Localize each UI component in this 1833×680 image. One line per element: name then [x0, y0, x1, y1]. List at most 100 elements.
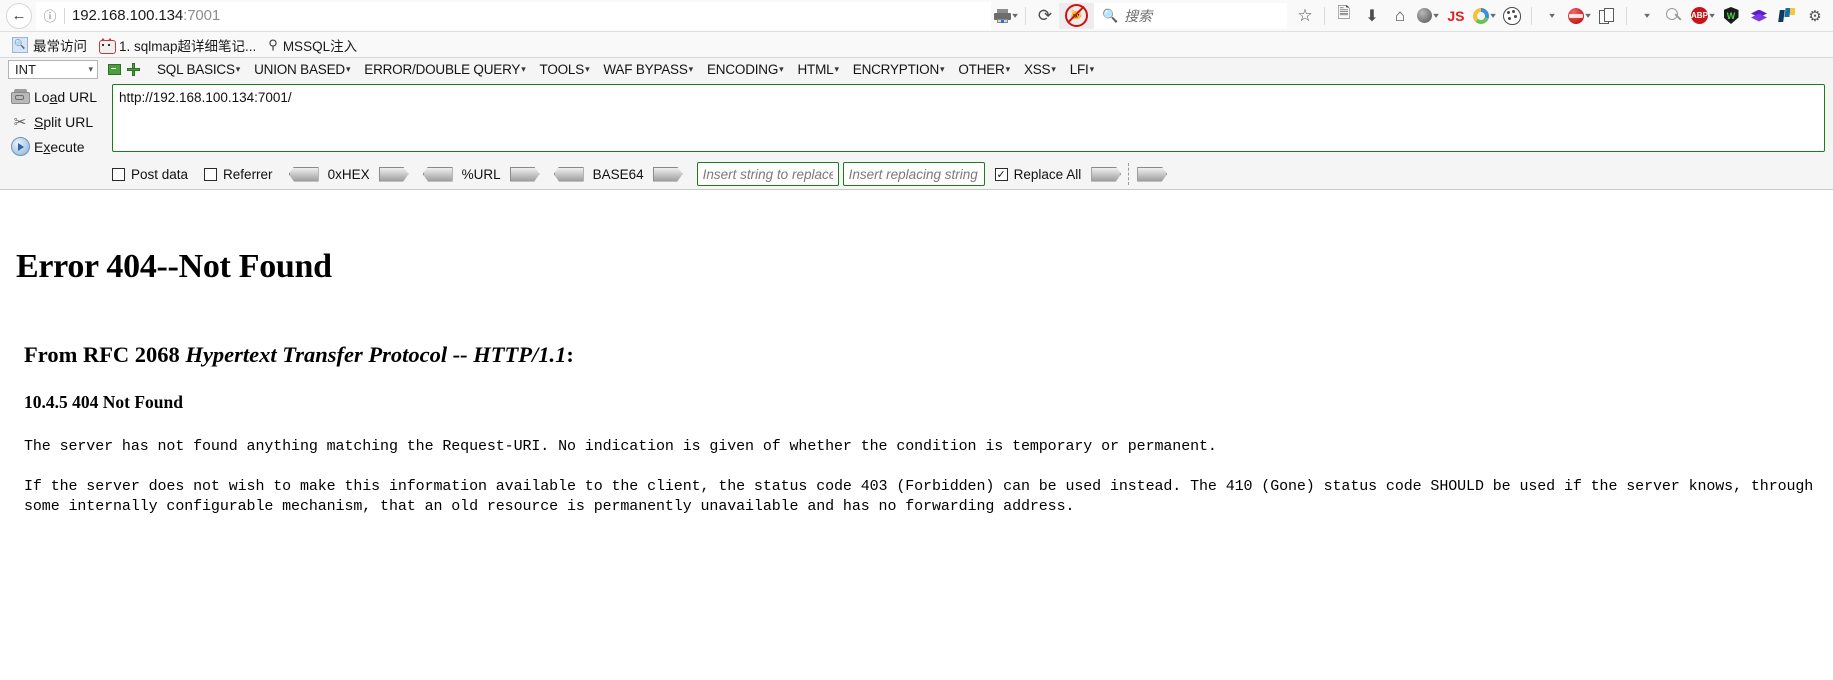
hex-encode-group: 0xHEX	[288, 166, 409, 182]
rfc-title: Hypertext Transfer Protocol -- HTTP/1.1	[185, 342, 567, 367]
chevron-down-icon: ▾	[521, 64, 526, 74]
address-bar-url: 192.168.100.134:7001	[72, 7, 220, 24]
bookmark-label: 1. sqlmap超详细笔记...	[119, 38, 257, 54]
hackbar-options-row: Post data Referrer 0xHEX %URL BASE64 ✓ R…	[0, 159, 1833, 189]
gear-icon[interactable]: ⚙	[1801, 3, 1829, 29]
chevron-down-icon-5[interactable]: ▾	[1585, 11, 1591, 20]
replace-apply-button[interactable]	[1091, 166, 1122, 182]
address-bar[interactable]: ⓘ 192.168.100.134:7001	[36, 1, 991, 30]
n-check-icon[interactable]	[1773, 3, 1801, 29]
menu-other[interactable]: OTHER▾	[951, 62, 1017, 77]
post-data-checkbox[interactable]	[112, 167, 125, 181]
menu-error-double-query[interactable]: ERROR/DOUBLE QUERY▾	[357, 62, 532, 77]
post-data-option[interactable]: Post data	[112, 167, 188, 182]
bookmark-mssql-injection[interactable]: ⚲ MSSQL注入	[262, 34, 363, 55]
collapse-icon[interactable]	[108, 64, 121, 75]
magnifier-m-icon[interactable]	[1660, 3, 1688, 29]
back-button[interactable]: ←	[4, 2, 34, 29]
toolbar-divider	[1024, 6, 1026, 25]
printer-icon[interactable]: ▾	[991, 3, 1020, 29]
globe-account-icon[interactable]: ▾	[1414, 3, 1442, 29]
referrer-label: Referrer	[223, 166, 273, 182]
section-heading: 10.4.5 404 Not Found	[24, 392, 183, 412]
base64-encode-button[interactable]	[652, 166, 683, 182]
menu-union-based[interactable]: UNION BASED▾	[247, 62, 357, 77]
load-url-button[interactable]: Load URL	[6, 84, 112, 109]
replace-all-checkbox[interactable]: ✓	[994, 167, 1008, 181]
execute-button[interactable]: Execute	[6, 134, 112, 159]
hackbar-action-buttons: Load URL ✂ Split URL Execute	[0, 84, 112, 159]
bookmark-label: MSSQL注入	[282, 38, 358, 54]
menu-encryption[interactable]: ENCRYPTION▾	[846, 62, 952, 77]
red-sphere-icon[interactable]: ▾	[1565, 3, 1593, 29]
referrer-option[interactable]: Referrer	[204, 167, 273, 182]
reading-list-icon[interactable]: 🗎	[1330, 3, 1358, 29]
search-bar[interactable]: 🔍 搜索	[1093, 2, 1287, 29]
menu-label: UNION BASED	[254, 62, 345, 77]
rfc-heading: From RFC 2068 Hypertext Transfer Protoco…	[24, 342, 1817, 368]
replace-all-option[interactable]: ✓ Replace All	[994, 167, 1081, 182]
hackbar-panel: INT ▾ SQL BASICS▾ UNION BASED▾ ERROR/DOU…	[0, 58, 1833, 190]
search-string-input[interactable]	[696, 162, 839, 186]
menu-label: TOOLS	[539, 62, 585, 77]
menu-label: ENCRYPTION	[852, 62, 940, 77]
replace-string-input[interactable]	[842, 162, 985, 186]
load-url-icon	[6, 89, 34, 104]
url-encode-group: %URL	[422, 166, 540, 182]
browser-navigation-bar: ← ⓘ 192.168.100.134:7001 ▾ ⟳ 🐱 🔍 搜索 ☆ 🗎 …	[0, 0, 1833, 32]
copy-pages-icon[interactable]	[1593, 3, 1621, 29]
toolbar-divider-3	[1530, 6, 1532, 25]
menu-label: XSS	[1023, 62, 1051, 77]
chevron-down-icon-7[interactable]: ▾	[1709, 11, 1715, 20]
url-encode-button[interactable]	[509, 166, 540, 182]
palette-dropdown[interactable]: ▾	[1537, 3, 1565, 29]
bookmark-sqlmap-notes[interactable]: 1. sqlmap超详细笔记...	[93, 34, 262, 55]
menu-waf-bypass[interactable]: WAF BYPASS▾	[596, 62, 700, 77]
toolbar-divider-4	[1625, 6, 1627, 25]
palette-icon[interactable]	[1498, 3, 1526, 29]
javascript-toggle-icon[interactable]: JS	[1442, 3, 1470, 29]
adblock-plus-icon[interactable]: ABP ▾	[1688, 3, 1717, 29]
purple-diamond-icon[interactable]	[1745, 3, 1773, 29]
hackbar-main-row: Load URL ✂ Split URL Execute	[0, 80, 1833, 159]
home-icon[interactable]: ⌂	[1386, 3, 1414, 29]
url-decode-button[interactable]	[422, 166, 453, 182]
menu-tools[interactable]: TOOLS▾	[533, 62, 597, 77]
execute-icon	[6, 137, 34, 156]
chevron-down-icon-2[interactable]: ▾	[1434, 11, 1440, 20]
chevron-down-icon-6[interactable]: ▾	[1644, 11, 1650, 20]
copy-pages-dropdown[interactable]: ▾	[1632, 3, 1660, 29]
add-icon[interactable]	[127, 63, 140, 76]
url-port: :7001	[183, 7, 221, 24]
referrer-checkbox[interactable]	[204, 167, 218, 181]
page-title: Error 404--Not Found	[16, 248, 332, 285]
no-cat-blocker-icon: 🐱	[1064, 4, 1088, 27]
replace-extra-button[interactable]	[1137, 166, 1168, 182]
paragraph-one: The server has not found anything matchi…	[24, 438, 1217, 455]
url-textarea[interactable]	[112, 84, 1825, 152]
chrome-ball-icon[interactable]: ▾	[1470, 3, 1498, 29]
downloads-icon[interactable]: ⬇	[1358, 3, 1386, 29]
base64-decode-button[interactable]	[553, 166, 584, 182]
menu-sql-basics[interactable]: SQL BASICS▾	[150, 62, 247, 77]
chevron-down-icon[interactable]: ▾	[1012, 11, 1018, 20]
address-bar-actions: ▾ ⟳ 🐱 🔍 搜索 ☆ 🗎 ⬇ ⌂ ▾ JS ▾ ▾ ▾ ▾ ABP ▾ W …	[991, 2, 1829, 29]
bookmark-star-icon[interactable]: ☆	[1291, 3, 1319, 29]
dark-shield-icon[interactable]: W	[1717, 3, 1745, 29]
menu-xss[interactable]: XSS▾	[1017, 62, 1063, 77]
menu-lfi[interactable]: LFI▾	[1063, 62, 1101, 77]
hackbar-type-select[interactable]: INT ▾	[8, 60, 98, 79]
chevron-down-icon-3[interactable]: ▾	[1490, 11, 1496, 20]
bookmark-most-visited[interactable]: 🔍 最常访问	[6, 34, 93, 55]
content-blocker-button[interactable]: 🐱	[1058, 2, 1094, 29]
hex-encode-button[interactable]	[378, 166, 409, 182]
info-circle-icon[interactable]: ⓘ	[37, 6, 63, 25]
split-url-button[interactable]: ✂ Split URL	[6, 109, 112, 134]
reload-icon[interactable]: ⟳	[1031, 3, 1059, 29]
toolbar-divider-2	[1323, 6, 1325, 25]
hex-decode-button[interactable]	[288, 166, 319, 182]
chevron-down-icon-4[interactable]: ▾	[1549, 11, 1555, 20]
menu-html[interactable]: HTML▾	[790, 62, 845, 77]
address-divider	[64, 7, 65, 24]
menu-encoding[interactable]: ENCODING▾	[700, 62, 790, 77]
